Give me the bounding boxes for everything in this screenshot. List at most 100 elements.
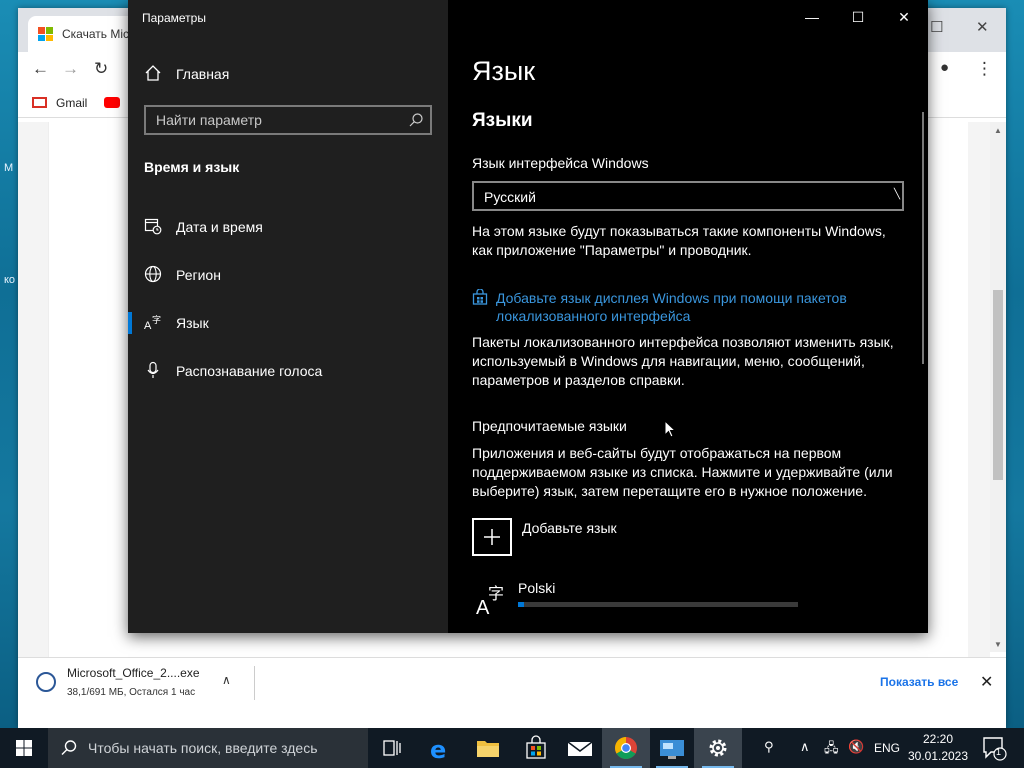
svg-text:字: 字 <box>488 584 504 603</box>
language-icon: A 字 <box>476 584 504 616</box>
scrollbar-thumb[interactable] <box>993 290 1003 480</box>
mail-icon <box>567 741 593 756</box>
edge-icon: e <box>430 736 446 764</box>
notification-icon <box>983 737 1007 761</box>
close-download-bar-icon[interactable]: ✕ <box>980 672 993 692</box>
profile-icon[interactable]: ● <box>940 59 949 76</box>
settings-window: Параметры Главная Время и язык Дата и вр… <box>128 0 928 633</box>
nav-home[interactable]: Главная <box>128 56 448 92</box>
calendar-clock-icon <box>144 218 162 235</box>
browser-tab-title: Скачать Mic <box>62 27 129 41</box>
svg-text:e: e <box>430 736 446 764</box>
progress-fill <box>518 602 524 607</box>
desktop-icon-label: М <box>4 162 14 174</box>
store-icon <box>526 735 546 759</box>
settings-content: Язык Языки Язык интерфейса Windows Русск… <box>472 0 912 633</box>
microphone-icon <box>147 361 159 378</box>
sidebar-item-speech[interactable]: Распознавание голоса <box>128 350 448 390</box>
nav-home-label: Главная <box>176 66 230 82</box>
add-display-language-link-text[interactable]: Добавьте язык дисплея Windows при помощи… <box>496 289 896 325</box>
task-view-icon <box>383 740 401 756</box>
browser-scrollbar[interactable]: ▲ ▼ <box>990 122 1006 652</box>
taskbar-search[interactable]: Чтобы начать поиск, введите здесь <box>48 728 368 768</box>
people-icon[interactable]: ⚲ <box>764 739 774 755</box>
settings-sidebar: Параметры Главная Время и язык Дата и вр… <box>128 0 448 633</box>
clock-time: 22:20 <box>922 732 954 746</box>
windows-logo-icon <box>16 740 32 756</box>
gmail-icon[interactable] <box>32 97 47 108</box>
download-status: 38,1/691 МБ, Остался 1 час <box>67 687 196 698</box>
browser-close-button[interactable]: ✕ <box>976 18 989 36</box>
browser-menu-icon[interactable]: ⋮ <box>976 59 993 79</box>
store-icon <box>472 289 488 305</box>
task-view-button[interactable] <box>368 728 416 768</box>
microsoft-logo-icon <box>38 27 53 41</box>
language-packs-description: Пакеты локализованного интерфейса позвол… <box>472 334 894 388</box>
taskbar-mail[interactable] <box>556 728 604 768</box>
interface-language-description: На этом языке будут показываться такие к… <box>472 223 886 258</box>
taskbar-store[interactable] <box>512 728 560 768</box>
installer-file-icon <box>36 672 56 692</box>
network-icon[interactable]: 🖧 <box>824 739 839 761</box>
interface-language-value: Русский <box>484 189 536 205</box>
browser-maximize-button[interactable]: ☐ <box>930 18 943 36</box>
settings-search[interactable] <box>144 105 432 135</box>
mouse-cursor-icon <box>664 420 676 438</box>
search-icon[interactable] <box>408 112 424 128</box>
action-center-button[interactable]: 1 <box>978 734 1008 762</box>
taskbar: Чтобы начать поиск, введите здесь e ⚲ ∧ … <box>0 728 1024 768</box>
clock[interactable]: 22:20 30.01.2023 <box>900 731 976 765</box>
sidebar-item-label: Регион <box>176 267 221 283</box>
divider <box>254 666 255 700</box>
sidebar-item-date-time[interactable]: Дата и время <box>128 206 448 246</box>
sidebar-item-region[interactable]: Регион <box>128 254 448 294</box>
taskbar-file-explorer[interactable] <box>464 728 512 768</box>
download-bar: Microsoft_Office_2....exe 38,1/691 МБ, О… <box>18 657 1006 707</box>
content-scrollbar[interactable] <box>922 112 924 364</box>
taskbar-edge[interactable]: e <box>416 728 464 768</box>
bookmark-gmail[interactable]: Gmail <box>56 96 87 110</box>
sidebar-item-language[interactable]: A 字 Язык <box>128 302 448 342</box>
language-icon: A 字 <box>144 314 161 331</box>
svg-text:A: A <box>144 320 152 331</box>
language-download-progress <box>518 602 798 607</box>
clock-date: 30.01.2023 <box>907 749 969 763</box>
youtube-icon[interactable] <box>104 97 120 108</box>
preferred-languages-heading: Предпочитаемые языки <box>472 418 627 434</box>
sidebar-item-label: Распознавание голоса <box>176 363 323 379</box>
sidebar-item-label: Дата и время <box>176 219 263 235</box>
show-all-downloads-button[interactable]: Показать все <box>880 675 958 689</box>
taskbar-control-panel[interactable] <box>648 728 696 768</box>
search-input[interactable] <box>146 107 396 133</box>
chevron-up-icon[interactable]: ∧ <box>800 739 810 755</box>
scroll-up-icon[interactable]: ▲ <box>994 126 1002 135</box>
window-title: Параметры <box>142 11 206 25</box>
volume-muted-icon[interactable]: 🔇 <box>848 739 864 755</box>
taskbar-settings[interactable] <box>694 728 742 768</box>
add-language-button[interactable]: Добавьте язык <box>472 518 672 556</box>
desktop-icon-label: ко <box>4 274 16 286</box>
plus-icon <box>472 518 512 556</box>
preferred-languages-description: Приложения и веб-сайты будут отображатьс… <box>472 445 893 499</box>
start-button[interactable] <box>0 728 48 768</box>
language-item-polski[interactable]: A 字 Polski <box>472 578 812 618</box>
interface-language-select[interactable]: Русский ╲ <box>472 181 904 211</box>
scroll-down-icon[interactable]: ▼ <box>994 640 1002 649</box>
reload-icon[interactable]: ↻ <box>94 59 108 79</box>
forward-arrow-icon[interactable]: → <box>62 59 79 79</box>
download-file-name[interactable]: Microsoft_Office_2....exe <box>67 666 200 680</box>
languages-heading: Языки <box>472 110 533 131</box>
input-language-indicator[interactable]: ENG <box>874 741 900 755</box>
chevron-up-icon[interactable]: ∧ <box>222 673 231 687</box>
notification-count: 1 <box>996 747 1002 757</box>
monitor-icon <box>660 740 684 759</box>
globe-icon <box>144 265 162 283</box>
browser-tab[interactable]: Скачать Mic <box>28 16 140 52</box>
taskbar-search-placeholder: Чтобы начать поиск, введите здесь <box>88 740 318 756</box>
back-arrow-icon[interactable]: ← <box>32 59 49 79</box>
svg-text:字: 字 <box>152 314 161 326</box>
language-name: Polski <box>518 580 556 596</box>
page-title: Язык <box>472 56 536 86</box>
taskbar-chrome[interactable] <box>602 728 650 768</box>
interface-language-label: Язык интерфейса Windows <box>472 155 649 171</box>
